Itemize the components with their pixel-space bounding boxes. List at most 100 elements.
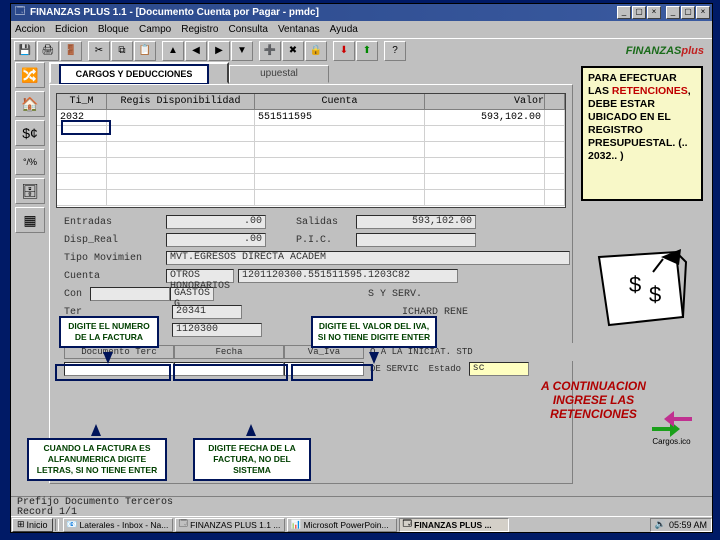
hdr-fecha: Fecha — [174, 345, 284, 359]
arrow-valor-icon — [369, 352, 379, 364]
svg-text:$: $ — [629, 272, 641, 297]
callout-valor: DIGITE EL VALOR DEL IVA, SI NO TIENE DIG… — [311, 316, 437, 348]
status-line1: Prefijo Documento Terceros — [17, 498, 712, 508]
arrow-cuando-icon — [91, 424, 101, 436]
start-button[interactable]: ⊞ Inicio — [12, 518, 53, 532]
toolbar-insert-icon[interactable]: ➕ — [259, 41, 281, 61]
arrow-digite-icon — [103, 352, 113, 364]
titlebar: 🗔 FINANZAS PLUS 1.1 - [Documento Cuenta … — [11, 4, 712, 21]
fields: Entradas .00 Salidas 593,102.00 Disp_Rea… — [56, 213, 574, 377]
minimize-button[interactable]: _ — [666, 6, 680, 19]
toolbar-save-icon[interactable]: 💾 — [14, 41, 36, 61]
cargos-icon: Cargos.ico — [644, 411, 699, 451]
col-regis[interactable]: Regis Disponibilidad — [107, 94, 255, 109]
val-cuenta[interactable]: OTROS HONORARIOS — [166, 269, 234, 283]
toolbar-arrow-down-icon[interactable]: ⬇ — [333, 41, 355, 61]
highlight-fecha — [173, 364, 288, 381]
toolbar-help-icon[interactable]: ? — [384, 41, 406, 61]
toolbar-arrow-up-icon[interactable]: ⬆ — [356, 41, 378, 61]
doodle-money-icon: $ $ — [591, 247, 691, 332]
menu-accion[interactable]: Accion — [15, 24, 45, 35]
col-valor[interactable]: Valor — [425, 94, 545, 109]
lbl-cuenta: Cuenta — [56, 271, 166, 282]
callout-fecha: DIGITE FECHA DE LA FACTURA, NO DEL SISTE… — [193, 438, 311, 481]
toolbar-cut-icon[interactable]: ✂ — [88, 41, 110, 61]
menu-ayuda[interactable]: Ayuda — [330, 24, 358, 35]
val-salidas[interactable]: 593,102.00 — [356, 215, 476, 229]
toolbar-delete-icon[interactable]: ✖ — [282, 41, 304, 61]
menubar: Accion Edicion Bloque Campo Registro Con… — [11, 21, 712, 38]
lbl-entradas: Entradas — [56, 217, 166, 228]
menu-consulta[interactable]: Consulta — [228, 24, 267, 35]
menu-ventanas[interactable]: Ventanas — [278, 24, 320, 35]
val-dispreal[interactable]: .00 — [166, 233, 266, 247]
svg-text:$: $ — [649, 282, 661, 307]
toolbar-print-icon[interactable]: 🖨 — [37, 41, 59, 61]
val-entradas[interactable]: .00 — [166, 215, 266, 229]
close-button[interactable]: × — [696, 6, 710, 19]
menu-edicion[interactable]: Edicion — [55, 24, 88, 35]
cell-regis[interactable] — [107, 110, 255, 125]
toolbar-copy-icon[interactable]: ⧉ — [111, 41, 133, 61]
callout-cargos: CARGOS Y DEDUCCIONES — [59, 64, 209, 85]
task-3[interactable]: 📊 Microsoft PowerPoin... — [287, 518, 397, 532]
tab-presupuestal[interactable]: upuestal — [229, 65, 329, 83]
restore-button[interactable]: ▢ — [681, 6, 695, 19]
window-title: FINANZAS PLUS 1.1 - [Documento Cuenta po… — [30, 7, 617, 18]
toolbar-lock-icon[interactable]: 🔒 — [305, 41, 327, 61]
close-inner-button[interactable]: × — [647, 6, 661, 19]
val-des[interactable]: 1120300 — [172, 323, 262, 337]
toolbar-last-icon[interactable]: ▼ — [231, 41, 253, 61]
txt-iniciat: O A LA INICIAT. STD — [364, 347, 574, 357]
tray-icon: 🔊 — [655, 519, 666, 530]
task-2[interactable]: 🗔 FINANZAS PLUS 1.1 ... — [175, 518, 285, 532]
val-estado[interactable]: sc — [469, 362, 529, 376]
form-panel: Ti_M Regis Disponibilidad Cuenta Valor 2… — [49, 84, 573, 484]
grid-body[interactable]: 2032 551511595 593,102.00 — [57, 110, 565, 208]
toolbar-next-icon[interactable]: ▶ — [208, 41, 230, 61]
col-ti[interactable]: Ti_M — [57, 94, 107, 109]
lbl-dispreal: Disp_Real — [56, 235, 166, 246]
cell-valor[interactable]: 593,102.00 — [425, 110, 545, 125]
toolbar-exit-icon[interactable]: 🚪 — [60, 41, 82, 61]
side-swap-icon[interactable]: 🔀 — [15, 62, 45, 88]
highlight-vaiva — [291, 364, 373, 381]
val-ter[interactable]: 20341 — [172, 305, 242, 319]
callout-digite: DIGITE EL NUMERO DE LA FACTURA — [59, 316, 159, 348]
grid: Ti_M Regis Disponibilidad Cuenta Valor 2… — [56, 93, 566, 208]
val-con-t[interactable]: GASTOS G — [170, 287, 214, 301]
lbl-estado: Estado — [429, 364, 469, 374]
side-money-icon[interactable]: $¢ — [15, 120, 45, 146]
lbl-salidas: Salidas — [296, 217, 356, 228]
task-1[interactable]: 📧 Laterales - Inbox - Na... — [63, 518, 173, 532]
menu-bloque[interactable]: Bloque — [98, 24, 129, 35]
minimize-inner-button[interactable]: _ — [617, 6, 631, 19]
menu-campo[interactable]: Campo — [139, 24, 171, 35]
side-grid-icon[interactable]: ▦ — [15, 207, 45, 233]
side-file-icon[interactable]: 🗄 — [15, 178, 45, 204]
val-tipomov[interactable]: MVT.EGRESOS DIRECTA ACADEM — [166, 251, 570, 265]
clock: 05:59 AM — [669, 520, 707, 530]
menu-registro[interactable]: Registro — [181, 24, 218, 35]
arrow-fecha-icon — [246, 424, 256, 436]
val-con[interactable] — [90, 287, 170, 301]
toolbar-prev-icon[interactable]: ◀ — [185, 41, 207, 61]
system-tray[interactable]: 🔊 05:59 AM — [650, 518, 712, 532]
restore-inner-button[interactable]: ▢ — [632, 6, 646, 19]
side-percent-icon[interactable]: °/% — [15, 149, 45, 175]
lbl-con: Con — [56, 289, 90, 300]
col-scroll — [545, 94, 565, 109]
toolbar-first-icon[interactable]: ▲ — [162, 41, 184, 61]
taskbar: ⊞ Inicio 📧 Laterales - Inbox - Na... 🗔 F… — [11, 516, 712, 532]
grid-row[interactable]: 2032 551511595 593,102.00 — [57, 110, 565, 126]
col-cuenta[interactable]: Cuenta — [255, 94, 425, 109]
callout-cuando: CUANDO LA FACTURA ES ALFANUMERICA DIGITE… — [27, 438, 167, 481]
val-pic[interactable] — [356, 233, 476, 247]
val-cuentan[interactable]: 1201120300.551511595.1203C82 — [238, 269, 458, 283]
toolbar-paste-icon[interactable]: 📋 — [134, 41, 156, 61]
side-home-icon[interactable]: 🏠 — [15, 91, 45, 117]
note-retenciones: PARA EFECTUAR LAS RETENCIONES, DEBE ESTA… — [581, 66, 703, 201]
cell-cuenta[interactable]: 551511595 — [255, 110, 425, 125]
highlight-row1 — [61, 120, 111, 135]
task-4-active[interactable]: 🗔 FINANZAS PLUS ... — [399, 518, 509, 532]
